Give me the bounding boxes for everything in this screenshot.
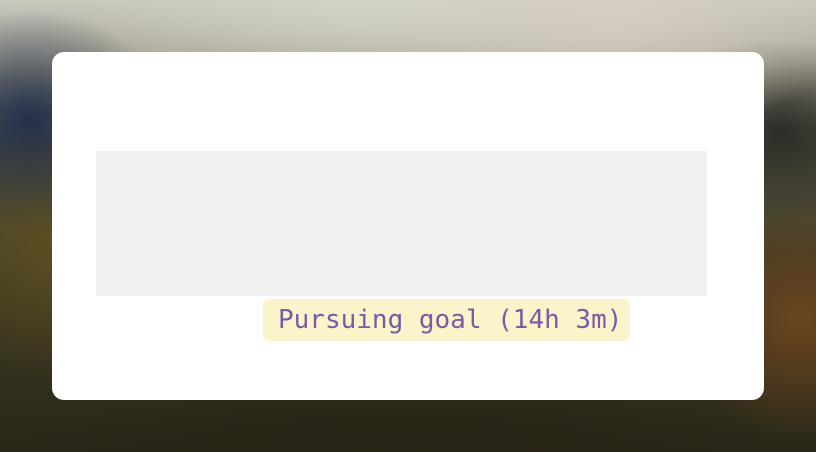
status-label: Pursuing goal (14h 3m): [278, 305, 623, 335]
content-placeholder: [96, 151, 707, 296]
goal-card: Pursuing goal (14h 3m): [52, 52, 764, 400]
status-badge: Pursuing goal (14h 3m): [263, 299, 631, 341]
